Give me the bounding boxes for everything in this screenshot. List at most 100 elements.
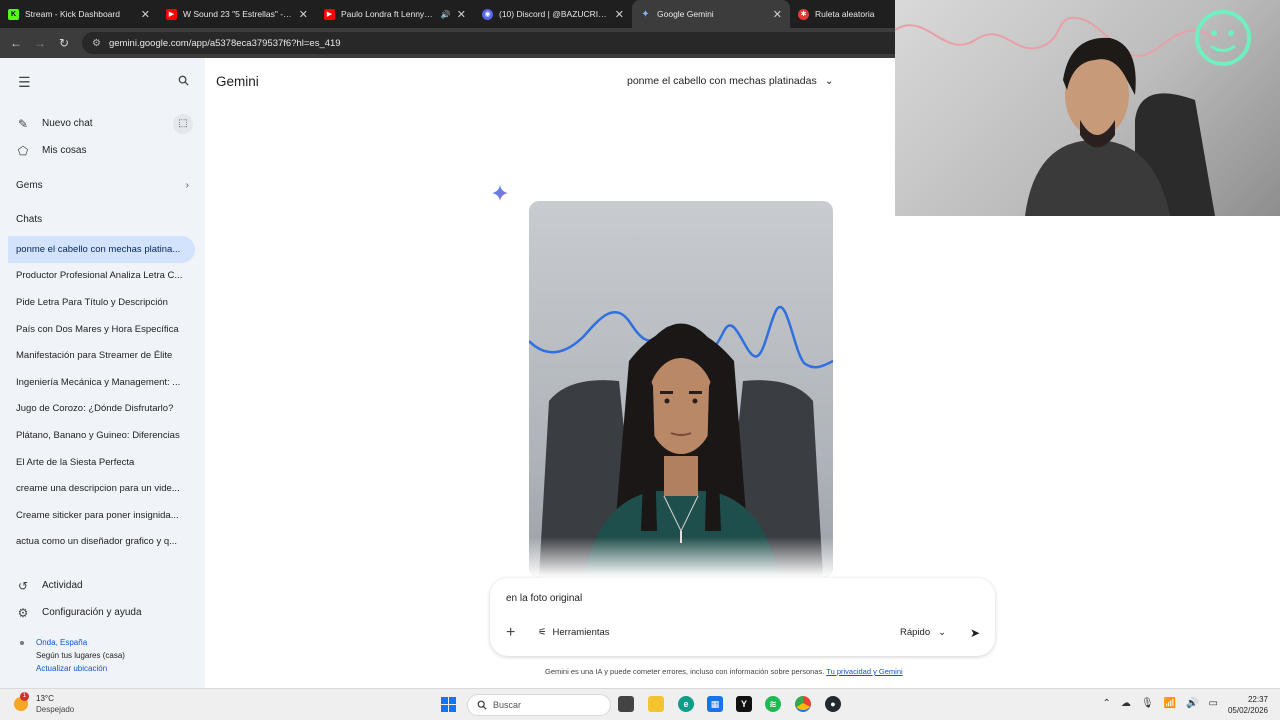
close-icon[interactable]: ✕ [457, 8, 466, 21]
location-place: Onda, España [36, 638, 88, 647]
search-placeholder: Buscar [493, 700, 522, 710]
close-icon[interactable]: ✕ [773, 8, 782, 21]
edge-icon[interactable]: e [678, 696, 694, 712]
notification-badge: 1 [20, 692, 29, 701]
edit-icon: ✎ [17, 116, 29, 131]
menu-icon[interactable]: ☰ [18, 74, 31, 91]
volume-icon[interactable]: 🔊 [1186, 698, 1198, 709]
new-chat-label: Nuevo chat [42, 118, 93, 129]
settings-help-button[interactable]: ⚙ Configuración y ayuda [0, 599, 205, 626]
new-chat-button[interactable]: ✎ Nuevo chat ⬚ [0, 110, 205, 137]
gear-icon: ⚙ [17, 605, 29, 620]
tab-discord[interactable]: ◉ (10) Discord | @BAZUCRISTO0 ✕ [474, 0, 632, 28]
tools-button[interactable]: ⚟ Herramientas [538, 627, 610, 638]
weather-condition: Despejado [36, 705, 75, 714]
search-icon[interactable] [178, 73, 189, 91]
chat-list-item[interactable]: Plátano, Banano y Guineo: Diferencias [0, 422, 195, 449]
tab-google-gemini[interactable]: ✦ Google Gemini ✕ [632, 0, 790, 28]
windows-taskbar: 1 13°C Despejado Buscar e ▦ Y ≋ ● ⌃ ☁ 🎙 … [0, 688, 1280, 720]
webcam-illustration [895, 10, 1251, 216]
chat-list-item[interactable]: El Arte de la Siesta Perfecta [0, 449, 195, 476]
shapes-icon: ⬠ [17, 143, 29, 158]
app-y-icon[interactable]: Y [736, 696, 752, 712]
image-fade [529, 537, 833, 577]
chat-title-dropdown[interactable]: ponme el cabello con mechas platinadas ⌄ [627, 75, 834, 87]
task-view-icon[interactable] [618, 696, 634, 712]
windows-start-icon[interactable] [441, 697, 456, 712]
taskbar-search[interactable]: Buscar [467, 694, 611, 716]
wifi-icon[interactable]: 📶 [1164, 698, 1176, 709]
chat-list-item[interactable]: Manifestación para Streamer de Élite [0, 342, 195, 369]
chevron-up-icon[interactable]: ⌃ [1103, 698, 1111, 709]
chat-list-item[interactable]: ponme el cabello con mechas platina... [8, 236, 195, 263]
forward-button[interactable]: → [28, 31, 52, 55]
gemini-sidebar: ☰ ✎ Nuevo chat ⬚ ⬠ Mis cosas Gems › Chat… [0, 58, 205, 688]
gemini-icon: ✦ [641, 8, 650, 20]
chat-list-item[interactable]: Jugo de Corozo: ¿Dónde Disfrutarlo? [0, 396, 195, 423]
chat-list-item[interactable]: Pide Letra Para Título y Descripción [0, 289, 195, 316]
portrait-illustration [529, 305, 833, 577]
gems-label: Gems [16, 179, 43, 191]
kick-icon: K [8, 8, 19, 20]
activity-button[interactable]: ↺ Actividad [0, 572, 205, 599]
mode-label: Rápido [900, 627, 931, 638]
location-info: Onda, España Según tus lugares (casa) Ac… [20, 636, 125, 675]
update-location-link[interactable]: Actualizar ubicación [20, 662, 125, 675]
tab-title: Stream - Kick Dashboard [25, 9, 120, 19]
file-explorer-icon[interactable] [648, 696, 664, 712]
chat-list-item[interactable]: actua como un diseñador grafico y q... [0, 529, 195, 556]
clock-time: 22:37 [1247, 695, 1268, 704]
disclaimer: Gemini es una IA y puede cometer errores… [545, 667, 903, 676]
tab-kick-dashboard[interactable]: K Stream - Kick Dashboard ✕ [0, 0, 158, 28]
back-button[interactable]: ← [4, 31, 28, 55]
url-text: gemini.google.com/app/a5378eca379537f6?h… [108, 37, 341, 49]
model-mode-dropdown[interactable]: Rápido ⌄ [900, 627, 946, 638]
tab-title: Google Gemini [657, 9, 714, 19]
battery-icon[interactable]: ▭ [1209, 698, 1218, 709]
address-bar[interactable]: ⚙ gemini.google.com/app/a5378eca379537f6… [82, 32, 922, 54]
tab-title: W Sound 23 "5 Estrellas" - Myke [183, 9, 293, 19]
chat-title: ponme el cabello con mechas platinadas [627, 75, 817, 87]
chat-list-item[interactable]: Creame siticker para poner insignida... [0, 502, 195, 529]
tab-youtube-w-sound[interactable]: ▶ W Sound 23 "5 Estrellas" - Myke ✕ [158, 0, 316, 28]
add-icon[interactable]: + [506, 624, 515, 642]
temporary-chat-icon[interactable]: ⬚ [173, 113, 193, 134]
chat-list-item[interactable]: Productor Profesional Analiza Letra C... [0, 263, 195, 290]
tab-title: (10) Discord | @BAZUCRISTO0 [499, 9, 609, 19]
close-icon[interactable]: ✕ [615, 8, 624, 21]
gemini-spark-icon [492, 185, 508, 201]
taskbar-clock[interactable]: 22:37 05/02/2026 [1228, 694, 1268, 716]
speaker-icon[interactable]: 🔊 [441, 10, 451, 19]
send-icon: ➤ [969, 626, 981, 640]
weather-sun-icon: 1 [14, 692, 29, 711]
discord-icon: ◉ [482, 8, 493, 20]
github-icon[interactable]: ● [825, 696, 841, 712]
privacy-link[interactable]: Tu privacidad y Gemini [826, 667, 902, 676]
weather-widget[interactable]: 1 13°C Despejado [14, 692, 75, 715]
chrome-icon[interactable] [795, 696, 811, 712]
my-stuff-button[interactable]: ⬠ Mis cosas [0, 137, 205, 164]
chat-list-item[interactable]: Ingeniería Mecánica y Management: ... [0, 369, 195, 396]
close-icon[interactable]: ✕ [299, 8, 308, 21]
spotify-icon[interactable]: ≋ [765, 696, 781, 712]
site-info-icon[interactable]: ⚙ [92, 38, 101, 49]
close-icon[interactable]: ✕ [141, 8, 150, 21]
send-button[interactable]: ➤ [964, 622, 986, 644]
chat-list-item[interactable]: País con Dos Mares y Hora Específica [0, 316, 195, 343]
tab-youtube-paulo-londra[interactable]: ▶ Paulo Londra ft Lenny Tavarez 🔊 ✕ [316, 0, 474, 28]
network-tray-icon[interactable]: ☁ [1121, 698, 1131, 709]
tools-label: Herramientas [552, 627, 610, 638]
chat-list: ponme el cabello con mechas platina... P… [0, 236, 205, 555]
generated-image[interactable] [529, 201, 833, 577]
microphone-icon[interactable]: 🎙 [1141, 698, 1154, 709]
prompt-input[interactable] [506, 593, 946, 604]
system-tray: ⌃ ☁ 🎙 📶 🔊 ▭ [1103, 698, 1218, 709]
chats-heading-label: Chats [16, 213, 43, 225]
gems-section[interactable]: Gems › [0, 168, 205, 202]
search-icon [477, 700, 487, 710]
store-icon[interactable]: ▦ [707, 696, 723, 712]
settings-label: Configuración y ayuda [42, 607, 142, 619]
chat-list-item[interactable]: creame una descripcion para un vide... [0, 475, 195, 502]
reload-button[interactable]: ↻ [52, 31, 76, 55]
gemini-brand[interactable]: Gemini [216, 74, 259, 89]
